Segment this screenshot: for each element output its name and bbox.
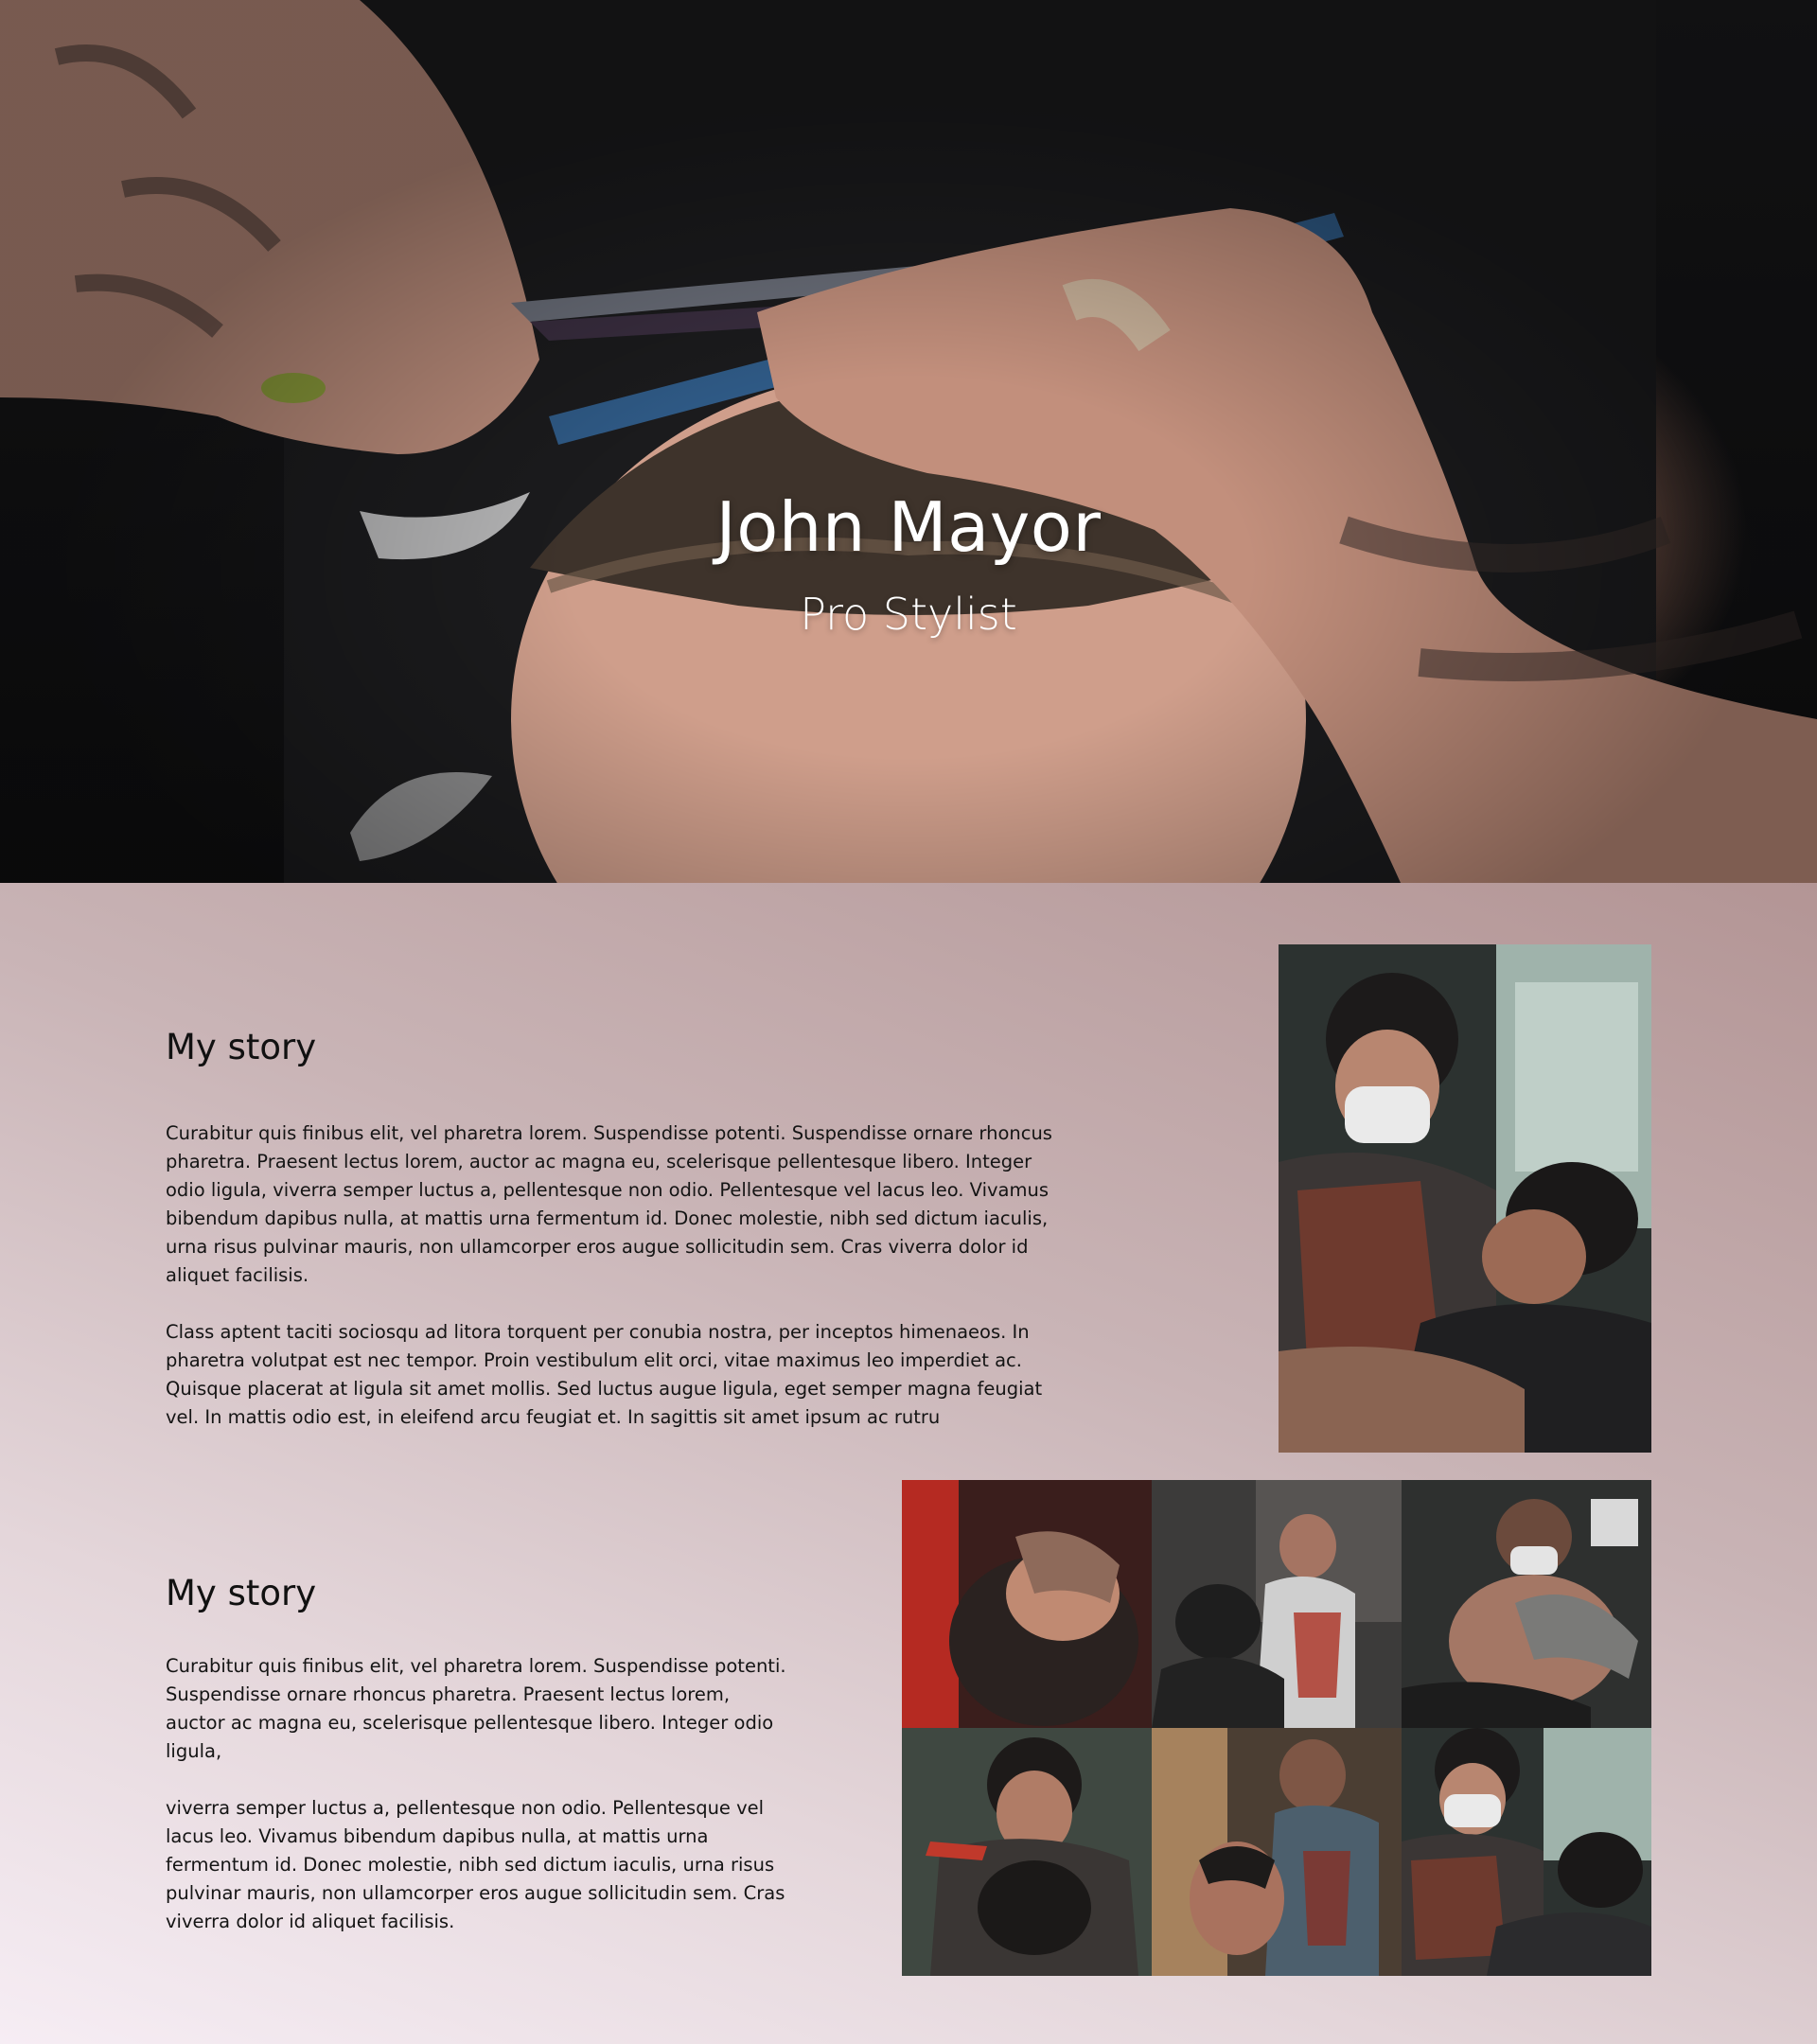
story-1-paragraph-1: Curabitur quis finibus elit, vel pharetr… [166, 1122, 1052, 1286]
story-heading-2: My story [166, 1573, 317, 1613]
hero-subtitle: Pro Stylist [800, 589, 1017, 640]
story-2-paragraph-2: viverra semper luctus a, pellentesque no… [166, 1797, 785, 1932]
hero-section: John Mayor Pro Stylist [0, 0, 1817, 883]
gallery-photo-5 [1152, 1728, 1402, 1976]
story-text-1: Curabitur quis finibus elit, vel pharetr… [166, 1119, 1074, 1460]
story-text-2: Curabitur quis finibus elit, vel pharetr… [166, 1652, 790, 1965]
gallery-photo-6 [1402, 1728, 1651, 1976]
gallery-photo-3 [1402, 1480, 1651, 1728]
barber-shave-photo [1279, 944, 1651, 1453]
story-1-paragraph-2: Class aptent taciti sociosqu ad litora t… [166, 1321, 1043, 1428]
gallery-photo-4 [902, 1728, 1152, 1976]
hero-title: John Mayor [715, 487, 1102, 567]
gallery-photo-2 [1152, 1480, 1402, 1728]
story-heading-1: My story [166, 1027, 317, 1067]
gallery-photo-1 [902, 1480, 1152, 1728]
story-2-paragraph-1: Curabitur quis finibus elit, vel pharetr… [166, 1655, 786, 1762]
hero-overlay [0, 0, 1817, 883]
